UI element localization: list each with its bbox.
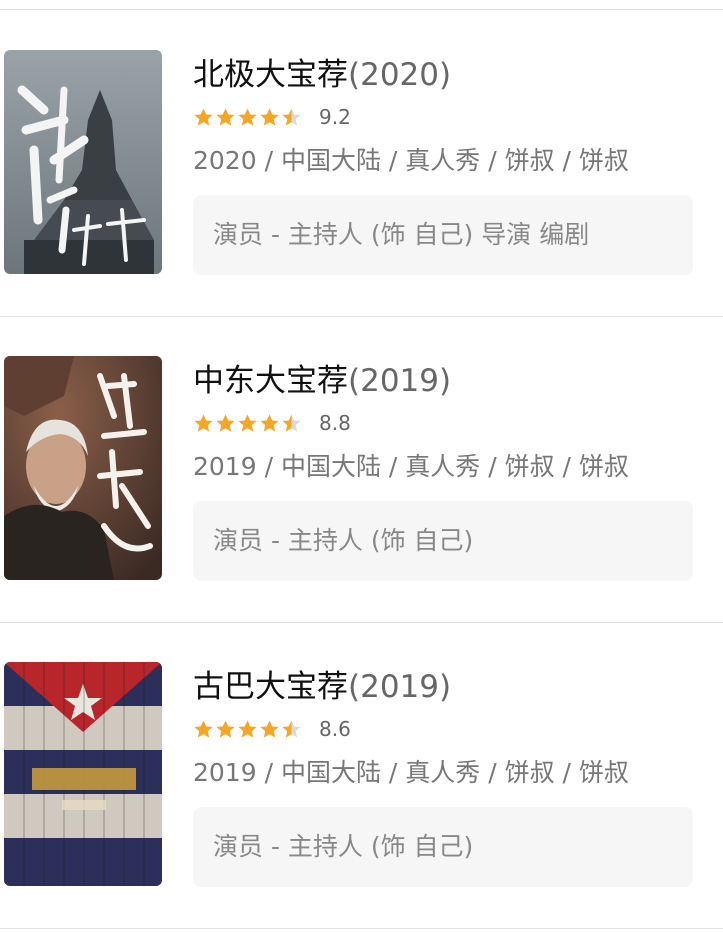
star-icon	[282, 414, 301, 431]
credits-box: 演员 - 主持人 (饰 自己)	[193, 807, 693, 887]
star-rating	[193, 413, 303, 434]
title-name[interactable]: 古巴大宝荐	[193, 669, 348, 705]
star-icon	[194, 720, 213, 737]
rating-score: 9.2	[319, 105, 351, 129]
credits-box: 演员 - 主持人 (饰 自己) 导演 编剧	[193, 195, 693, 275]
star-icon	[238, 720, 257, 737]
cuba-flag-poster-icon	[4, 662, 162, 886]
item-title[interactable]: 古巴大宝荐(2019)	[193, 665, 451, 709]
rating-row: 8.6	[193, 714, 351, 744]
star-icon	[194, 414, 213, 431]
list-item-middle-east[interactable]: 中东大宝荐(2019) 8.8 2019 / 中国大陆 / 真人秀 / 饼叔 /…	[0, 316, 723, 622]
title-year: (2019)	[348, 363, 452, 399]
star-icon	[282, 108, 301, 125]
credits-text: 演员 - 主持人 (饰 自己) 导演 编剧	[213, 220, 590, 249]
title-year: (2019)	[348, 669, 452, 705]
title-name[interactable]: 中东大宝荐	[193, 363, 348, 399]
star-icon	[216, 414, 235, 431]
arctic-statue-poster-icon	[4, 50, 162, 274]
poster-image[interactable]	[4, 662, 162, 886]
title-name[interactable]: 北极大宝荐	[193, 57, 348, 93]
credits-box: 演员 - 主持人 (饰 自己)	[193, 501, 693, 581]
star-icon	[260, 108, 279, 125]
star-icon	[260, 720, 279, 737]
star-icon	[238, 414, 257, 431]
item-meta: 2019 / 中国大陆 / 真人秀 / 饼叔 / 饼叔	[193, 452, 629, 481]
rating-row: 8.8	[193, 408, 351, 438]
rating-row: 9.2	[193, 102, 351, 132]
star-rating	[193, 107, 303, 128]
star-icon	[238, 108, 257, 125]
bottom-divider	[0, 928, 723, 929]
credits-text: 演员 - 主持人 (饰 自己)	[213, 832, 474, 861]
item-title[interactable]: 中东大宝荐(2019)	[193, 359, 451, 403]
credits-text: 演员 - 主持人 (饰 自己)	[213, 526, 474, 555]
star-icon	[282, 720, 301, 737]
item-meta: 2020 / 中国大陆 / 真人秀 / 饼叔 / 饼叔	[193, 146, 629, 175]
star-icon	[194, 108, 213, 125]
list-item-arctic[interactable]: 北极大宝荐(2020) 9.2 2020 / 中国大陆 / 真人秀 / 饼叔 /…	[0, 10, 723, 316]
rating-score: 8.8	[319, 411, 351, 435]
title-year: (2020)	[348, 57, 452, 93]
star-rating	[193, 719, 303, 740]
star-icon	[216, 108, 235, 125]
list-item-cuba[interactable]: 古巴大宝荐(2019) 8.6 2019 / 中国大陆 / 真人秀 / 饼叔 /…	[0, 622, 723, 928]
middle-east-elder-poster-icon	[4, 356, 162, 580]
item-meta: 2019 / 中国大陆 / 真人秀 / 饼叔 / 饼叔	[193, 758, 629, 787]
poster-image[interactable]	[4, 50, 162, 274]
rating-score: 8.6	[319, 717, 351, 741]
star-icon	[216, 720, 235, 737]
poster-image[interactable]	[4, 356, 162, 580]
star-icon	[260, 414, 279, 431]
item-title[interactable]: 北极大宝荐(2020)	[193, 53, 451, 97]
